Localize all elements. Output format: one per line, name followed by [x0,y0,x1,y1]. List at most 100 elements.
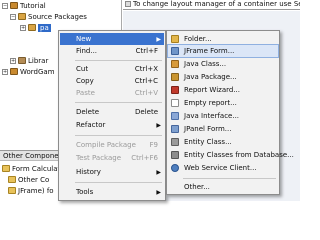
menu-item-shortcut: Ctrl+X [134,65,158,73]
entity-class-icon [171,138,179,146]
submenu-item-jframe-form[interactable]: JFrame Form... [167,44,279,58]
submenu-item-entity-classes-from-database[interactable]: Entity Classes from Database... [168,149,294,161]
list-item[interactable]: JFrame) fo [8,185,54,196]
list-item-label: Form Calculat [12,164,61,173]
folder-icon [171,35,179,43]
tree-node-label-selected: pa [38,23,51,32]
submenu-item-other[interactable]: Other... [168,181,278,193]
menu-item-label: Report Wizard... [184,86,240,94]
tree-node-project2[interactable]: + WordGam [2,66,55,77]
menu-item-label: Empty report... [184,99,237,107]
submenu-item-java-package[interactable]: Java Package... [168,71,278,83]
other-components-header: Other Compone [0,150,60,161]
menu-item-label: Copy [76,77,94,85]
menu-item-compile-package[interactable]: Compile Package F9 [60,139,164,151]
list-item-label: JFrame) fo [18,186,54,195]
menu-item-shortcut: Ctrl+F6 [131,154,158,162]
menu-separator [75,135,162,136]
source-packages-icon [18,13,26,20]
menu-separator [183,178,276,179]
menu-item-test-package[interactable]: Test Package Ctrl+F6 [60,152,164,164]
chevron-right-icon: ▶ [156,121,161,129]
menu-separator [75,182,162,183]
submenu-item-web-service-client[interactable]: Web Service Client... [168,162,278,174]
chevron-right-icon: ▶ [156,188,161,196]
component-icon [8,176,16,183]
info-icon [125,1,131,7]
java-interface-icon [171,112,179,120]
list-item-label: Other Co [18,175,50,184]
menu-item-label: Other... [184,183,210,191]
menu-item-delete[interactable]: Delete Delete [60,106,164,118]
menu-item-find[interactable]: Find... Ctrl+F [60,45,164,57]
submenu-item-report-wizard[interactable]: Report Wizard... [168,84,278,96]
menu-item-shortcut: F9 [149,141,158,149]
other-components-panel[interactable]: Form Calculat Other Co JFrame) fo [0,161,60,201]
menu-item-history[interactable]: History ▶ [60,166,164,178]
menu-item-label: Entity Classes from Database... [184,151,294,159]
menu-item-label: Folder... [184,35,212,43]
menu-item-label: Java Interface... [184,112,240,120]
menu-item-shortcut: Delete [135,108,158,116]
tree-node-label: WordGam [20,67,55,76]
menu-item-label: Refactor [76,121,106,129]
collapse-icon[interactable]: − [2,2,8,9]
tree-node-label: Source Packages [28,12,87,21]
tree-node-label: Tutorial [20,1,46,10]
menu-item-tools[interactable]: Tools ▶ [60,186,164,198]
menu-item-new[interactable]: New ▶ [60,33,164,45]
menu-item-copy[interactable]: Copy Ctrl+C [60,75,164,87]
component-icon [8,187,16,194]
submenu-item-jpanel-form[interactable]: JPanel Form... [168,123,278,135]
submenu-item-java-interface[interactable]: Java Interface... [168,110,278,122]
menu-item-shortcut: Ctrl+V [134,89,158,97]
empty-report-icon [171,99,179,107]
tree-node-root[interactable]: − Tutorial [2,0,46,11]
collapse-icon[interactable]: − [10,13,16,20]
menu-item-label: Test Package [76,154,122,162]
menu-separator [75,60,162,61]
submenu-item-empty-report[interactable]: Empty report... [168,97,278,109]
menu-item-label: Web Service Client... [184,164,257,172]
expand-icon[interactable]: + [10,57,16,64]
hint-text: To change layout manager of a container … [133,0,300,8]
menu-item-refactor[interactable]: Refactor ▶ [60,119,164,131]
menu-item-label: Java Class... [184,60,227,68]
tree-node-package[interactable]: + pa [20,22,51,33]
submenu-item-entity-class[interactable]: Entity Class... [168,136,278,148]
submenu-item-folder[interactable]: Folder... [168,33,278,45]
expand-icon[interactable]: + [2,68,8,75]
package-icon [28,24,36,31]
menu-item-shortcut: Ctrl+F [135,47,158,55]
chevron-right-icon: ▶ [156,168,161,176]
tree-node-libraries[interactable]: + Librar [10,55,48,66]
menu-item-paste[interactable]: Paste Ctrl+V [60,87,164,99]
jpanel-form-icon [171,125,179,133]
entity-db-icon [171,151,179,159]
java-package-icon [171,73,179,81]
form-icon [2,165,10,172]
menu-item-label: New [76,35,92,43]
web-service-client-icon [171,164,179,172]
menu-item-label: Compile Package [76,141,136,149]
context-menu: New ▶ Find... Ctrl+F Cut Ctrl+X Copy Ctr… [58,30,166,201]
menu-item-label: Tools [76,188,94,196]
menu-item-label: Delete [76,108,99,116]
expand-icon[interactable]: + [20,24,26,31]
menu-separator [75,102,162,103]
menu-item-label: Java Package... [184,73,237,81]
list-item[interactable]: Form Calculat [2,163,60,174]
menu-item-label: Paste [76,89,95,97]
jframe-form-icon [171,47,179,55]
menu-item-label: Find... [76,47,98,55]
menu-item-cut[interactable]: Cut Ctrl+X [60,63,164,75]
menu-item-label: Entity Class... [184,138,232,146]
tree-node-source-packages[interactable]: − Source Packages [10,11,87,22]
libraries-icon [18,57,26,64]
editor-hint-bar: To change layout manager of a container … [123,0,300,10]
chevron-right-icon: ▶ [156,35,161,43]
tree-node-label: Librar [28,56,49,65]
submenu-item-java-class[interactable]: Java Class... [168,58,278,70]
list-item[interactable]: Other Co [8,174,49,185]
menu-item-label: History [76,168,101,176]
